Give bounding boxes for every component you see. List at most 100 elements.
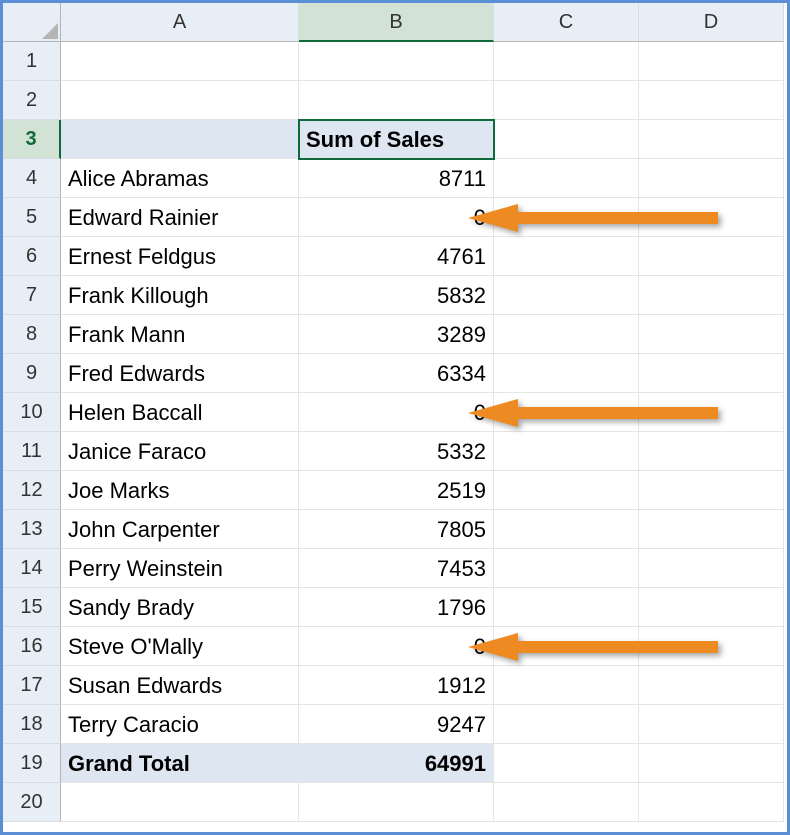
cell-A9[interactable]: Fred Edwards <box>61 354 299 393</box>
row-header-10[interactable]: 10 <box>3 393 61 432</box>
select-all-corner[interactable] <box>3 3 61 42</box>
row-header-16[interactable]: 16 <box>3 627 61 666</box>
cell-C5[interactable] <box>494 198 639 237</box>
cell-C12[interactable] <box>494 471 639 510</box>
cell-B1[interactable] <box>299 42 494 81</box>
cell-C10[interactable] <box>494 393 639 432</box>
cell-B2[interactable] <box>299 81 494 120</box>
cell-A19[interactable]: Grand Total <box>61 744 299 783</box>
cell-C18[interactable] <box>494 705 639 744</box>
cell-D1[interactable] <box>639 42 784 81</box>
cell-C11[interactable] <box>494 432 639 471</box>
cell-C15[interactable] <box>494 588 639 627</box>
cell-C8[interactable] <box>494 315 639 354</box>
cell-D15[interactable] <box>639 588 784 627</box>
cell-D11[interactable] <box>639 432 784 471</box>
cell-A16[interactable]: Steve O'Mally <box>61 627 299 666</box>
cell-B18[interactable]: 9247 <box>299 705 494 744</box>
cell-D9[interactable] <box>639 354 784 393</box>
cell-B12[interactable]: 2519 <box>299 471 494 510</box>
row-header-15[interactable]: 15 <box>3 588 61 627</box>
cell-D19[interactable] <box>639 744 784 783</box>
cell-B11[interactable]: 5332 <box>299 432 494 471</box>
row-header-19[interactable]: 19 <box>3 744 61 783</box>
cell-A15[interactable]: Sandy Brady <box>61 588 299 627</box>
cell-D7[interactable] <box>639 276 784 315</box>
spreadsheet-grid[interactable]: ABCD123Sum of Sales4Alice Abramas87115Ed… <box>3 3 787 822</box>
cell-C7[interactable] <box>494 276 639 315</box>
row-header-20[interactable]: 20 <box>3 783 61 822</box>
cell-D16[interactable] <box>639 627 784 666</box>
cell-C20[interactable] <box>494 783 639 822</box>
cell-A6[interactable]: Ernest Feldgus <box>61 237 299 276</box>
cell-D8[interactable] <box>639 315 784 354</box>
row-header-18[interactable]: 18 <box>3 705 61 744</box>
cell-B10[interactable]: 0 <box>299 393 494 432</box>
cell-A20[interactable] <box>61 783 299 822</box>
column-header-D[interactable]: D <box>639 3 784 42</box>
cell-C2[interactable] <box>494 81 639 120</box>
cell-A1[interactable] <box>61 42 299 81</box>
row-header-7[interactable]: 7 <box>3 276 61 315</box>
cell-B13[interactable]: 7805 <box>299 510 494 549</box>
cell-B8[interactable]: 3289 <box>299 315 494 354</box>
cell-C14[interactable] <box>494 549 639 588</box>
cell-B7[interactable]: 5832 <box>299 276 494 315</box>
cell-A18[interactable]: Terry Caracio <box>61 705 299 744</box>
cell-D6[interactable] <box>639 237 784 276</box>
row-header-4[interactable]: 4 <box>3 159 61 198</box>
cell-C4[interactable] <box>494 159 639 198</box>
row-header-11[interactable]: 11 <box>3 432 61 471</box>
row-header-13[interactable]: 13 <box>3 510 61 549</box>
cell-B17[interactable]: 1912 <box>299 666 494 705</box>
cell-D10[interactable] <box>639 393 784 432</box>
cell-A4[interactable]: Alice Abramas <box>61 159 299 198</box>
cell-D2[interactable] <box>639 81 784 120</box>
cell-B6[interactable]: 4761 <box>299 237 494 276</box>
cell-A8[interactable]: Frank Mann <box>61 315 299 354</box>
cell-D12[interactable] <box>639 471 784 510</box>
column-header-C[interactable]: C <box>494 3 639 42</box>
cell-A7[interactable]: Frank Killough <box>61 276 299 315</box>
cell-A10[interactable]: Helen Baccall <box>61 393 299 432</box>
row-header-14[interactable]: 14 <box>3 549 61 588</box>
cell-B16[interactable]: 0 <box>299 627 494 666</box>
row-header-17[interactable]: 17 <box>3 666 61 705</box>
cell-D4[interactable] <box>639 159 784 198</box>
cell-B14[interactable]: 7453 <box>299 549 494 588</box>
row-header-2[interactable]: 2 <box>3 81 61 120</box>
cell-C1[interactable] <box>494 42 639 81</box>
cell-B9[interactable]: 6334 <box>299 354 494 393</box>
cell-B3[interactable]: Sum of Sales <box>299 120 494 159</box>
cell-C17[interactable] <box>494 666 639 705</box>
cell-D18[interactable] <box>639 705 784 744</box>
row-header-3[interactable]: 3 <box>3 120 61 159</box>
cell-C19[interactable] <box>494 744 639 783</box>
cell-A17[interactable]: Susan Edwards <box>61 666 299 705</box>
cell-D17[interactable] <box>639 666 784 705</box>
cell-D3[interactable] <box>639 120 784 159</box>
cell-C16[interactable] <box>494 627 639 666</box>
cell-D14[interactable] <box>639 549 784 588</box>
cell-C3[interactable] <box>494 120 639 159</box>
cell-D13[interactable] <box>639 510 784 549</box>
row-header-12[interactable]: 12 <box>3 471 61 510</box>
cell-B15[interactable]: 1796 <box>299 588 494 627</box>
column-header-B[interactable]: B <box>299 3 494 42</box>
cell-A5[interactable]: Edward Rainier <box>61 198 299 237</box>
cell-C6[interactable] <box>494 237 639 276</box>
row-header-5[interactable]: 5 <box>3 198 61 237</box>
column-header-A[interactable]: A <box>61 3 299 42</box>
cell-B19[interactable]: 64991 <box>299 744 494 783</box>
row-header-9[interactable]: 9 <box>3 354 61 393</box>
cell-C9[interactable] <box>494 354 639 393</box>
cell-A3[interactable] <box>61 120 299 159</box>
row-header-6[interactable]: 6 <box>3 237 61 276</box>
row-header-1[interactable]: 1 <box>3 42 61 81</box>
cell-C13[interactable] <box>494 510 639 549</box>
cell-B5[interactable]: 0 <box>299 198 494 237</box>
row-header-8[interactable]: 8 <box>3 315 61 354</box>
cell-B20[interactable] <box>299 783 494 822</box>
cell-B4[interactable]: 8711 <box>299 159 494 198</box>
cell-A2[interactable] <box>61 81 299 120</box>
